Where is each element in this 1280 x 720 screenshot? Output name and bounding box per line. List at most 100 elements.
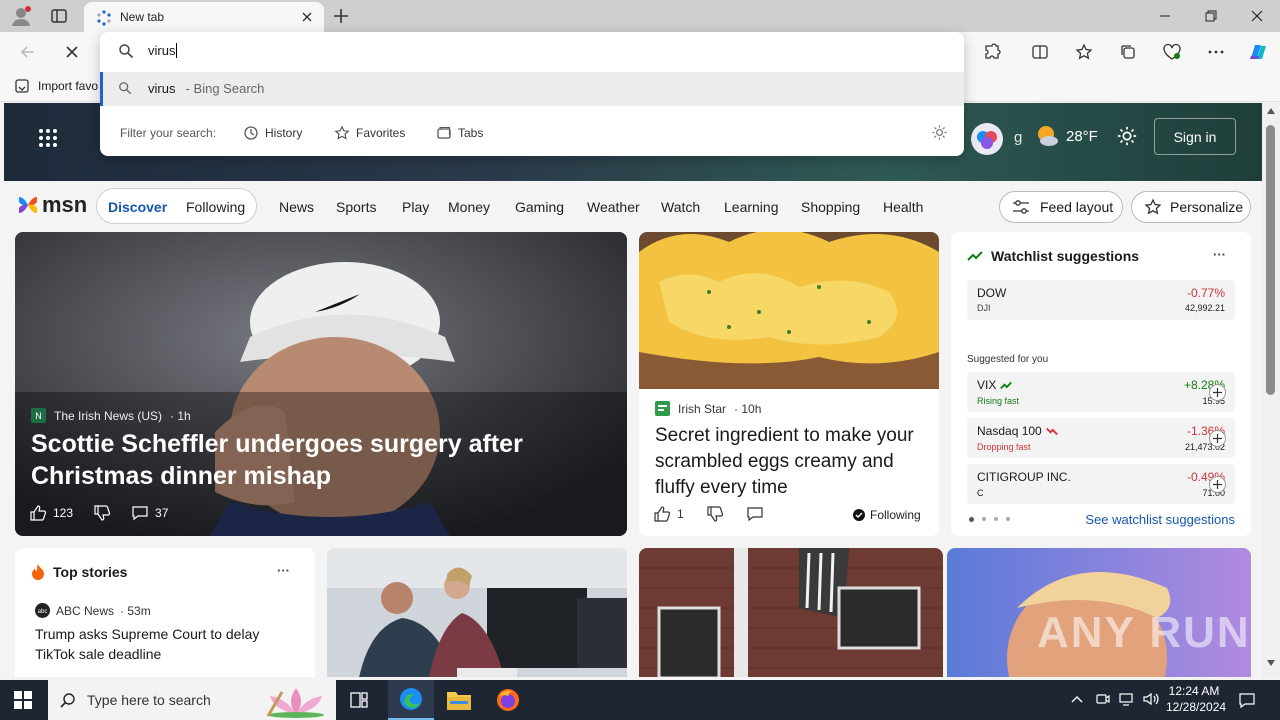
carousel-dot-active[interactable] <box>969 517 974 522</box>
settings-gear-icon[interactable] <box>1116 125 1138 147</box>
hero-like-count: 123 <box>53 506 74 520</box>
like-icon[interactable] <box>653 505 671 523</box>
dislike-icon[interactable] <box>706 505 724 523</box>
search-suggestion[interactable]: virus - Bing Search <box>100 72 964 106</box>
eggs-article-card[interactable]: Irish Star · 10h Secret ingredient to ma… <box>639 232 939 536</box>
like-icon[interactable] <box>29 504 47 522</box>
plus-icon <box>1213 434 1222 443</box>
comment-icon[interactable] <box>131 504 149 522</box>
windows-start-icon[interactable] <box>14 691 32 709</box>
office-article-card[interactable] <box>327 548 627 677</box>
nav-weather[interactable]: Weather <box>587 199 640 215</box>
portrait-article-card[interactable]: ANY RUN <box>947 548 1251 677</box>
following-indicator[interactable]: Following <box>853 508 921 522</box>
browser-essentials-icon[interactable] <box>1158 38 1186 66</box>
sign-in-button[interactable]: Sign in <box>1154 118 1236 155</box>
taskbar-search-box[interactable]: Type here to search <box>48 680 336 720</box>
carousel-dot[interactable] <box>1006 517 1010 521</box>
taskbar-edge-button[interactable] <box>388 680 434 720</box>
hero-headline[interactable]: Scottie Scheffler undergoes surgery afte… <box>31 428 611 492</box>
scroll-down-icon[interactable] <box>1266 659 1276 667</box>
watchlist-citigroup-row[interactable]: CITIGROUP INC. C -0.49% 71.00 <box>967 464 1235 504</box>
search-settings-icon[interactable] <box>931 124 948 141</box>
watchlist-nasdaq-row[interactable]: Nasdaq 100 Dropping fast -1.36% 21,473.0… <box>967 418 1235 458</box>
windows-taskbar: Type here to search 12:24 AM 12/28/2024 <box>0 680 1280 720</box>
vertical-scrollbar[interactable] <box>1262 103 1280 677</box>
nav-money[interactable]: Money <box>448 199 490 215</box>
tab-new-tab[interactable]: New tab <box>84 2 324 32</box>
tab-discover[interactable]: Discover <box>108 199 167 215</box>
apps-grid-icon[interactable] <box>38 128 58 148</box>
house-flag-image <box>639 548 943 677</box>
nav-news[interactable]: News <box>279 199 314 215</box>
msn-nav-bar: msn Discover Following News Sports Play … <box>4 183 1262 231</box>
scrollbar-thumb[interactable] <box>1266 125 1275 395</box>
carousel-dot[interactable] <box>982 517 986 521</box>
add-vix-button[interactable] <box>1209 384 1226 401</box>
vix-status: Rising fast <box>977 396 1020 406</box>
more-menu-icon[interactable] <box>1202 38 1230 66</box>
profile-icon[interactable] <box>10 5 32 27</box>
network-icon[interactable] <box>1118 691 1136 707</box>
carousel-dots[interactable] <box>969 517 1010 522</box>
eggs-headline[interactable]: Secret ingredient to make your scrambled… <box>655 423 930 501</box>
scroll-up-icon[interactable] <box>1266 107 1276 115</box>
top-story-headline[interactable]: Trump asks Supreme Court to delay TikTok… <box>35 624 295 664</box>
nav-shopping[interactable]: Shopping <box>801 199 860 215</box>
import-favorites-link[interactable]: Import favo <box>38 79 98 93</box>
filter-tabs[interactable]: Tabs <box>436 122 483 144</box>
dow-price: 42,992.21 <box>1184 303 1225 313</box>
tab-actions-icon[interactable] <box>50 7 68 25</box>
notifications-icon[interactable] <box>1238 691 1256 709</box>
feed-layout-button[interactable]: Feed layout <box>999 191 1123 223</box>
copilot-icon[interactable] <box>1244 38 1272 66</box>
taskbar-clock[interactable]: 12:24 AM 12/28/2024 <box>1166 683 1226 715</box>
hero-card[interactable]: N The Irish News (US) · 1h Scottie Schef… <box>15 232 627 536</box>
stop-loading-icon[interactable] <box>58 38 86 66</box>
minimize-icon[interactable] <box>1142 0 1188 32</box>
nav-play[interactable]: Play <box>402 199 429 215</box>
volume-icon[interactable] <box>1142 691 1160 707</box>
back-icon[interactable] <box>14 38 42 66</box>
temperature[interactable]: 28°F <box>1066 128 1098 145</box>
split-screen-icon[interactable] <box>1026 38 1054 66</box>
watchlist-more-button[interactable]: ··· <box>1213 247 1226 262</box>
close-window-icon[interactable] <box>1234 0 1280 32</box>
filter-favorites-label: Favorites <box>356 126 406 140</box>
copilot-search-icon[interactable] <box>970 122 1004 156</box>
nav-health[interactable]: Health <box>883 199 923 215</box>
restore-icon[interactable] <box>1188 0 1234 32</box>
nav-learning[interactable]: Learning <box>724 199 779 215</box>
personalize-button[interactable]: Personalize <box>1131 191 1251 223</box>
task-view-icon[interactable] <box>349 690 369 710</box>
watchlist-card: Watchlist suggestions ··· DOW DJI -0.77%… <box>951 232 1251 536</box>
new-tab-icon[interactable] <box>332 7 350 25</box>
address-input[interactable]: virus <box>148 43 178 58</box>
meet-now-icon[interactable] <box>1095 691 1111 707</box>
filter-favorites[interactable]: Favorites <box>334 122 405 144</box>
extensions-icon[interactable] <box>978 38 1006 66</box>
dislike-icon[interactable] <box>93 504 111 522</box>
add-nasdaq-button[interactable] <box>1209 430 1226 447</box>
nav-watch[interactable]: Watch <box>661 199 700 215</box>
personalize-label: Personalize <box>1170 199 1244 215</box>
msn-logo[interactable]: msn <box>16 192 87 218</box>
tab-following[interactable]: Following <box>186 199 245 215</box>
favorites-icon[interactable] <box>1070 38 1098 66</box>
add-citigroup-button[interactable] <box>1209 476 1226 493</box>
nav-sports[interactable]: Sports <box>336 199 376 215</box>
see-watchlist-link[interactable]: See watchlist suggestions <box>1085 512 1235 527</box>
show-hidden-icons-icon[interactable] <box>1070 692 1084 706</box>
firefox-icon[interactable] <box>496 688 520 712</box>
file-explorer-icon[interactable] <box>446 688 472 712</box>
nav-gaming[interactable]: Gaming <box>515 199 564 215</box>
close-tab-icon[interactable] <box>300 10 314 24</box>
watchlist-dow-row[interactable]: DOW DJI -0.77% 42,992.21 <box>967 280 1235 320</box>
carousel-dot[interactable] <box>994 517 998 521</box>
watchlist-vix-row[interactable]: VIX Rising fast +8.28% 15.95 <box>967 372 1235 412</box>
top-stories-more-button[interactable]: ··· <box>277 563 290 578</box>
comment-icon[interactable] <box>746 505 764 523</box>
house-flag-article-card[interactable] <box>639 548 943 677</box>
filter-history[interactable]: History <box>243 122 302 144</box>
collections-icon[interactable] <box>1114 38 1142 66</box>
